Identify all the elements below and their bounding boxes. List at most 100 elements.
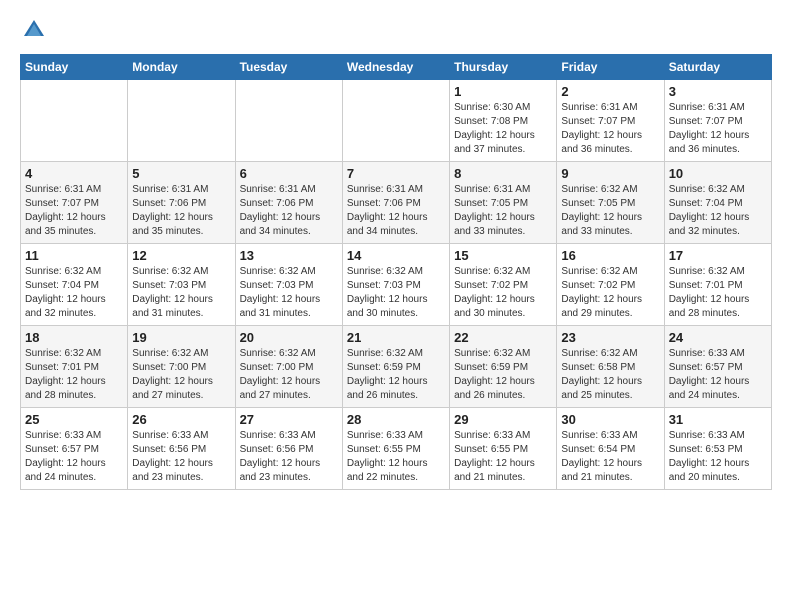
header bbox=[20, 16, 772, 44]
calendar-body: 1 Sunrise: 6:30 AM Sunset: 7:08 PM Daylig… bbox=[21, 80, 772, 490]
day-cell bbox=[235, 80, 342, 162]
day-info: Sunrise: 6:32 AM Sunset: 7:00 PM Dayligh… bbox=[240, 347, 338, 403]
day-cell: 9Sunrise: 6:32 AM Sunset: 7:05 PM Daylig… bbox=[557, 162, 664, 244]
day-cell: 4 Sunrise: 6:31 AM Sunset: 7:07 PM Daylig… bbox=[21, 162, 128, 244]
day-cell: 12Sunrise: 6:32 AM Sunset: 7:03 PM Dayli… bbox=[128, 244, 235, 326]
day-info: Sunrise: 6:33 AM Sunset: 6:53 PM Dayligh… bbox=[669, 429, 767, 485]
day-number: 9 bbox=[561, 166, 659, 181]
day-cell: 24 Sunrise: 6:33 AM Sunset: 6:57 PM Dayli… bbox=[664, 326, 771, 408]
day-info: Sunrise: 6:31 AM Sunset: 7:06 PM Dayligh… bbox=[132, 183, 230, 239]
day-cell bbox=[21, 80, 128, 162]
day-info: Sunrise: 6:32 AM Sunset: 7:01 PM Dayligh… bbox=[669, 265, 767, 321]
day-info: Sunrise: 6:30 AM Sunset: 7:08 PM Dayligh… bbox=[454, 101, 552, 157]
day-number: 12 bbox=[132, 248, 230, 263]
day-info: Sunrise: 6:32 AM Sunset: 6:58 PM Dayligh… bbox=[561, 347, 659, 403]
day-number: 1 bbox=[454, 84, 552, 99]
day-cell: 17 Sunrise: 6:32 AM Sunset: 7:01 PM Dayli… bbox=[664, 244, 771, 326]
day-number: 7 bbox=[347, 166, 445, 181]
day-number: 18 bbox=[25, 330, 123, 345]
day-number: 28 bbox=[347, 412, 445, 427]
day-number: 24 bbox=[669, 330, 767, 345]
day-cell: 5Sunrise: 6:31 AM Sunset: 7:06 PM Daylig… bbox=[128, 162, 235, 244]
day-number: 17 bbox=[669, 248, 767, 263]
day-number: 31 bbox=[669, 412, 767, 427]
day-cell: 23 Sunrise: 6:32 AM Sunset: 6:58 PM Dayli… bbox=[557, 326, 664, 408]
day-info: Sunrise: 6:32 AM Sunset: 7:04 PM Dayligh… bbox=[669, 183, 767, 239]
header-day-friday: Friday bbox=[557, 55, 664, 80]
header-day-wednesday: Wednesday bbox=[342, 55, 449, 80]
day-cell: 27Sunrise: 6:33 AM Sunset: 6:56 PM Dayli… bbox=[235, 408, 342, 490]
day-info: Sunrise: 6:32 AM Sunset: 7:03 PM Dayligh… bbox=[347, 265, 445, 321]
logo bbox=[20, 16, 52, 44]
week-row-2: 11 Sunrise: 6:32 AM Sunset: 7:04 PM Dayli… bbox=[21, 244, 772, 326]
header-day-saturday: Saturday bbox=[664, 55, 771, 80]
day-info: Sunrise: 6:32 AM Sunset: 6:59 PM Dayligh… bbox=[454, 347, 552, 403]
day-cell: 13 Sunrise: 6:32 AM Sunset: 7:03 PM Dayli… bbox=[235, 244, 342, 326]
day-number: 23 bbox=[561, 330, 659, 345]
day-number: 11 bbox=[25, 248, 123, 263]
day-cell: 28 Sunrise: 6:33 AM Sunset: 6:55 PM Dayli… bbox=[342, 408, 449, 490]
day-info: Sunrise: 6:33 AM Sunset: 6:57 PM Dayligh… bbox=[25, 429, 123, 485]
day-number: 10 bbox=[669, 166, 767, 181]
day-cell: 6 Sunrise: 6:31 AM Sunset: 7:06 PM Daylig… bbox=[235, 162, 342, 244]
day-info: Sunrise: 6:31 AM Sunset: 7:07 PM Dayligh… bbox=[25, 183, 123, 239]
day-number: 20 bbox=[240, 330, 338, 345]
header-day-thursday: Thursday bbox=[450, 55, 557, 80]
day-cell: 19 Sunrise: 6:32 AM Sunset: 7:00 PM Dayli… bbox=[128, 326, 235, 408]
day-cell: 26Sunrise: 6:33 AM Sunset: 6:56 PM Dayli… bbox=[128, 408, 235, 490]
week-row-1: 4 Sunrise: 6:31 AM Sunset: 7:07 PM Daylig… bbox=[21, 162, 772, 244]
day-cell: 31 Sunrise: 6:33 AM Sunset: 6:53 PM Dayli… bbox=[664, 408, 771, 490]
day-cell: 14 Sunrise: 6:32 AM Sunset: 7:03 PM Dayli… bbox=[342, 244, 449, 326]
day-number: 6 bbox=[240, 166, 338, 181]
day-cell: 18Sunrise: 6:32 AM Sunset: 7:01 PM Dayli… bbox=[21, 326, 128, 408]
day-number: 4 bbox=[25, 166, 123, 181]
day-number: 27 bbox=[240, 412, 338, 427]
header-row: SundayMondayTuesdayWednesdayThursdayFrid… bbox=[21, 55, 772, 80]
day-cell: 20 Sunrise: 6:32 AM Sunset: 7:00 PM Dayli… bbox=[235, 326, 342, 408]
day-number: 8 bbox=[454, 166, 552, 181]
day-number: 21 bbox=[347, 330, 445, 345]
day-info: Sunrise: 6:32 AM Sunset: 7:00 PM Dayligh… bbox=[132, 347, 230, 403]
day-number: 3 bbox=[669, 84, 767, 99]
logo-icon bbox=[20, 16, 48, 44]
day-info: Sunrise: 6:33 AM Sunset: 6:55 PM Dayligh… bbox=[347, 429, 445, 485]
day-number: 30 bbox=[561, 412, 659, 427]
day-cell: 22 Sunrise: 6:32 AM Sunset: 6:59 PM Dayli… bbox=[450, 326, 557, 408]
week-row-4: 25 Sunrise: 6:33 AM Sunset: 6:57 PM Dayli… bbox=[21, 408, 772, 490]
day-info: Sunrise: 6:32 AM Sunset: 6:59 PM Dayligh… bbox=[347, 347, 445, 403]
day-cell: 30 Sunrise: 6:33 AM Sunset: 6:54 PM Dayli… bbox=[557, 408, 664, 490]
day-info: Sunrise: 6:31 AM Sunset: 7:06 PM Dayligh… bbox=[347, 183, 445, 239]
day-cell: 29Sunrise: 6:33 AM Sunset: 6:55 PM Dayli… bbox=[450, 408, 557, 490]
week-row-0: 1 Sunrise: 6:30 AM Sunset: 7:08 PM Daylig… bbox=[21, 80, 772, 162]
day-cell: 10 Sunrise: 6:32 AM Sunset: 7:04 PM Dayli… bbox=[664, 162, 771, 244]
day-number: 25 bbox=[25, 412, 123, 427]
day-info: Sunrise: 6:32 AM Sunset: 7:03 PM Dayligh… bbox=[240, 265, 338, 321]
day-info: Sunrise: 6:32 AM Sunset: 7:02 PM Dayligh… bbox=[561, 265, 659, 321]
day-info: Sunrise: 6:31 AM Sunset: 7:05 PM Dayligh… bbox=[454, 183, 552, 239]
day-cell: 8 Sunrise: 6:31 AM Sunset: 7:05 PM Daylig… bbox=[450, 162, 557, 244]
header-day-monday: Monday bbox=[128, 55, 235, 80]
day-info: Sunrise: 6:33 AM Sunset: 6:57 PM Dayligh… bbox=[669, 347, 767, 403]
header-day-sunday: Sunday bbox=[21, 55, 128, 80]
calendar-table: SundayMondayTuesdayWednesdayThursdayFrid… bbox=[20, 54, 772, 490]
week-row-3: 18Sunrise: 6:32 AM Sunset: 7:01 PM Dayli… bbox=[21, 326, 772, 408]
calendar-header: SundayMondayTuesdayWednesdayThursdayFrid… bbox=[21, 55, 772, 80]
day-info: Sunrise: 6:31 AM Sunset: 7:06 PM Dayligh… bbox=[240, 183, 338, 239]
day-cell: 16Sunrise: 6:32 AM Sunset: 7:02 PM Dayli… bbox=[557, 244, 664, 326]
day-number: 2 bbox=[561, 84, 659, 99]
day-number: 22 bbox=[454, 330, 552, 345]
day-cell: 11 Sunrise: 6:32 AM Sunset: 7:04 PM Dayli… bbox=[21, 244, 128, 326]
day-cell: 2Sunrise: 6:31 AM Sunset: 7:07 PM Daylig… bbox=[557, 80, 664, 162]
day-info: Sunrise: 6:33 AM Sunset: 6:54 PM Dayligh… bbox=[561, 429, 659, 485]
day-cell: 15Sunrise: 6:32 AM Sunset: 7:02 PM Dayli… bbox=[450, 244, 557, 326]
day-info: Sunrise: 6:32 AM Sunset: 7:04 PM Dayligh… bbox=[25, 265, 123, 321]
day-number: 14 bbox=[347, 248, 445, 263]
day-cell bbox=[128, 80, 235, 162]
day-cell: 1 Sunrise: 6:30 AM Sunset: 7:08 PM Daylig… bbox=[450, 80, 557, 162]
day-cell: 21 Sunrise: 6:32 AM Sunset: 6:59 PM Dayli… bbox=[342, 326, 449, 408]
day-info: Sunrise: 6:33 AM Sunset: 6:55 PM Dayligh… bbox=[454, 429, 552, 485]
page-container: SundayMondayTuesdayWednesdayThursdayFrid… bbox=[0, 0, 792, 500]
day-number: 19 bbox=[132, 330, 230, 345]
day-info: Sunrise: 6:33 AM Sunset: 6:56 PM Dayligh… bbox=[132, 429, 230, 485]
day-number: 13 bbox=[240, 248, 338, 263]
